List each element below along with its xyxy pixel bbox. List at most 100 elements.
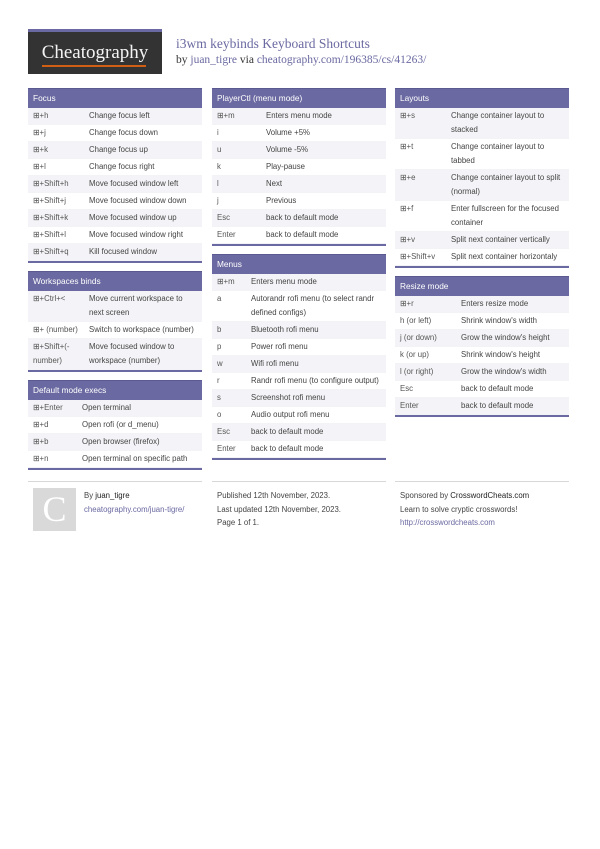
shortcut-description: back to default mode	[461, 384, 534, 393]
shortcut-row: ⊞+Shift+k Move focused window up	[28, 210, 202, 227]
shortcut-description: Power rofi menu	[251, 342, 308, 351]
shortcut-key: ⊞+k	[33, 145, 48, 154]
shortcut-description: back to default mode	[251, 427, 324, 436]
shortcut-row: ⊞+m Enters menu mode	[212, 108, 386, 125]
shortcut-row: Esc back to default mode	[395, 381, 569, 398]
section-title: Focus	[28, 88, 202, 108]
shortcut-description: Shrink window's width	[461, 316, 538, 325]
shortcut-row: ⊞+Enter Open terminal	[28, 400, 202, 417]
shortcut-description: Move focused window up	[89, 213, 177, 222]
shortcut-row: j Previous	[212, 193, 386, 210]
section-rows: ⊞+m Enters menu mode a Autorandr rofi menu …	[212, 274, 386, 458]
section-rows: ⊞+s Change container layout to stacked ⊞+t…	[395, 108, 569, 266]
byline: by juan_tigre via cheatography.com/19638…	[176, 54, 426, 66]
shortcut-description: Volume +5%	[266, 128, 310, 137]
shortcut-description: Move current workspace to next screen	[89, 294, 183, 317]
shortcut-description: Next	[266, 179, 283, 188]
shortcut-key: Esc	[400, 384, 413, 393]
shortcut-row: Enter back to default mode	[212, 441, 386, 458]
section-resize-mode: Resize mode ⊞+r Enters resize mode h (or l…	[395, 276, 569, 417]
shortcut-key: ⊞+Shift+j	[33, 196, 66, 205]
shortcut-description: Change focus left	[89, 111, 150, 120]
shortcut-key: ⊞+b	[33, 437, 49, 446]
shortcut-key: ⊞+s	[400, 111, 415, 120]
section-title: Default mode execs	[28, 380, 202, 400]
shortcut-description: Screenshot rofi menu	[251, 393, 326, 402]
shortcut-key: ⊞+d	[33, 420, 49, 429]
shortcut-description: Enter fullscreen for the focused contain…	[451, 204, 559, 227]
sponsor-prefix: Sponsored by	[400, 491, 449, 500]
section-menus: Menus ⊞+m Enters menu mode a Autorandr rofi…	[212, 254, 386, 460]
footer-author-name[interactable]: juan_tigre	[95, 491, 129, 500]
footer-author-link[interactable]: cheatography.com/juan-tigre/	[84, 503, 184, 517]
shortcut-row: ⊞+f Enter fullscreen for the focused cont…	[395, 201, 569, 232]
shortcut-row: ⊞+Shift+v Split next container horizontal…	[395, 249, 569, 266]
shortcut-key: p	[217, 342, 222, 351]
shortcut-description: Shrink window's height	[461, 350, 541, 359]
shortcut-row: ⊞+h Change focus left	[28, 108, 202, 125]
shortcut-key: ⊞+r	[400, 299, 414, 308]
shortcut-description: Switch to workspace (number)	[89, 325, 194, 334]
shortcut-row: a Autorandr rofi menu (to select randr de…	[212, 291, 386, 322]
shortcut-key: ⊞+Shift+v	[400, 252, 436, 261]
shortcut-description: Split next container horizontaly	[451, 252, 558, 261]
shortcut-key: a	[217, 294, 222, 303]
shortcut-row: ⊞+t Change container layout to tabbed	[395, 139, 569, 170]
shortcut-description: Split next container vertically	[451, 235, 550, 244]
shortcut-description: Audio output rofi menu	[251, 410, 330, 419]
shortcut-description: Enters resize mode	[461, 299, 529, 308]
shortcut-row: Enter back to default mode	[395, 398, 569, 415]
sponsor-name[interactable]: CrosswordCheats.com	[450, 491, 529, 500]
shortcut-key: b	[217, 325, 222, 334]
footer-sponsor-text: Sponsored by CrosswordCheats.com Learn t…	[400, 489, 529, 530]
cheatography-logo[interactable]: Cheatography	[28, 29, 162, 74]
shortcut-key: ⊞+f	[400, 204, 414, 213]
footer-author: C By juan_tigre cheatography.com/juan-ti…	[28, 481, 202, 541]
shortcut-row: ⊞+ (number) Switch to workspace (number)	[28, 322, 202, 339]
shortcut-description: Enters menu mode	[266, 111, 332, 120]
shortcut-key: ⊞+n	[33, 454, 49, 463]
shortcut-key: ⊞+l	[33, 162, 46, 171]
cheatsheet-url-link[interactable]: cheatography.com/196385/cs/41263/	[257, 54, 426, 66]
shortcut-description: Enters menu mode	[251, 277, 317, 286]
shortcut-key: ⊞+Shift+q	[33, 247, 69, 256]
shortcut-key: ⊞+Enter	[33, 403, 63, 412]
shortcut-description: back to default mode	[266, 213, 339, 222]
shortcut-row: ⊞+l Change focus right	[28, 159, 202, 176]
shortcut-row: l Next	[212, 176, 386, 193]
shortcut-description: Change container layout to tabbed	[451, 142, 545, 165]
avatar[interactable]: C	[33, 488, 76, 531]
author-link[interactable]: juan_tigre	[190, 54, 237, 66]
section-rows: ⊞+r Enters resize mode h (or left) Shrink w…	[395, 296, 569, 415]
shortcut-description: Move focused window left	[89, 179, 179, 188]
section-title: Menus	[212, 254, 386, 274]
published-date: Published 12th November, 2023.	[217, 491, 331, 500]
shortcut-row: ⊞+b Open browser (firefox)	[28, 434, 202, 451]
by-prefix: by	[176, 54, 188, 66]
page-number: Page 1 of 1.	[217, 518, 260, 527]
shortcut-key: u	[217, 145, 222, 154]
shortcut-key: ⊞+ (number)	[33, 325, 78, 334]
shortcut-key: i	[217, 128, 219, 137]
sponsor-link[interactable]: http://crosswordcheats.com	[400, 516, 529, 530]
column-3: Layouts ⊞+s Change container layout to st…	[395, 88, 569, 425]
shortcut-row: j (or down) Grow the window's height	[395, 330, 569, 347]
footer-dates-text: Published 12th November, 2023. Last upda…	[217, 489, 341, 530]
via-text: via	[239, 54, 254, 66]
shortcut-description: Open rofi (or d_menu)	[82, 420, 159, 429]
shortcut-key: ⊞+Shift+h	[33, 179, 69, 188]
shortcut-key: Esc	[217, 213, 230, 222]
section-rows: ⊞+h Change focus left ⊞+j Change focus down…	[28, 108, 202, 261]
shortcut-row: w Wifi rofi menu	[212, 356, 386, 373]
section-title: Resize mode	[395, 276, 569, 296]
shortcut-description: Kill focused window	[89, 247, 158, 256]
shortcut-row: ⊞+Shift+h Move focused window left	[28, 176, 202, 193]
shortcut-description: Randr rofi menu (to configure output)	[251, 376, 379, 385]
shortcut-key: h (or left)	[400, 316, 432, 325]
shortcut-key: o	[217, 410, 222, 419]
logo-underline	[42, 65, 146, 67]
section-title: Layouts	[395, 88, 569, 108]
updated-date: Last updated 12th November, 2023.	[217, 504, 341, 514]
shortcut-row: i Volume +5%	[212, 125, 386, 142]
shortcut-description: Bluetooth rofi menu	[251, 325, 319, 334]
